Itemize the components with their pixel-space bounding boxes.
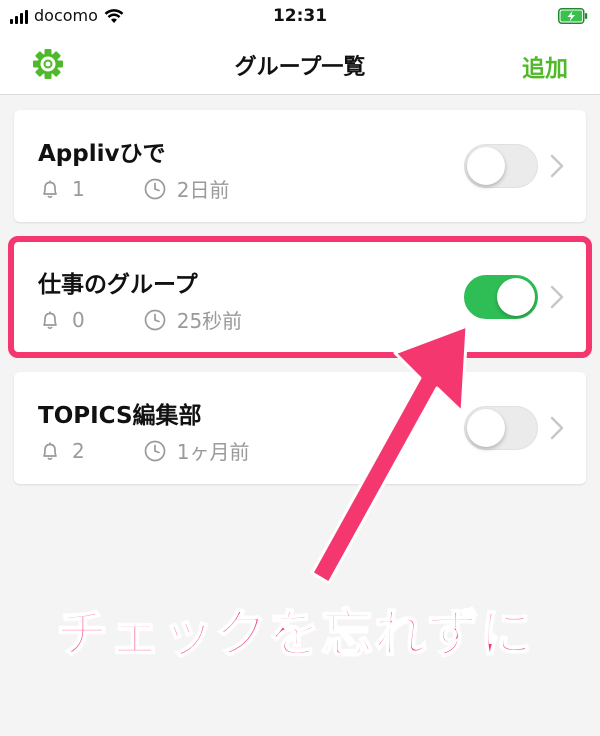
notification-count: 2 — [72, 438, 85, 463]
status-time: 12:31 — [272, 6, 328, 26]
group-card[interactable]: Applivひで 1 2日前 — [14, 110, 586, 222]
toggle-knob — [467, 409, 505, 447]
bell-icon — [43, 442, 57, 460]
group-toggle[interactable] — [464, 406, 538, 450]
last-updated: 2日前 — [176, 178, 230, 202]
clock-icon — [144, 440, 166, 461]
group-meta: 1 2日前 — [38, 174, 229, 203]
group-name: Applivひで — [38, 141, 166, 167]
group-meta: 0 25秒前 — [38, 305, 242, 334]
group-meta: 2 1ヶ月前 — [38, 436, 249, 465]
battery-charging-icon — [558, 8, 588, 24]
last-updated: 25秒前 — [176, 309, 243, 333]
group-name: TOPICS編集部 — [38, 403, 202, 429]
bell-icon — [43, 311, 57, 329]
clock-icon — [144, 309, 166, 330]
page-title: グループ一覧 — [234, 55, 366, 80]
bell-icon — [43, 180, 57, 198]
group-toggle[interactable] — [464, 275, 538, 319]
chevron-right-icon[interactable] — [549, 153, 565, 179]
last-updated: 1ヶ月前 — [176, 440, 250, 464]
nav-bar: グループ一覧 追加 — [0, 34, 600, 95]
clock-icon — [144, 178, 166, 199]
chevron-right-icon[interactable] — [549, 284, 565, 310]
toggle-knob — [497, 278, 535, 316]
notification-count: 0 — [72, 307, 85, 332]
toggle-knob — [467, 147, 505, 185]
group-name: 仕事のグループ — [38, 272, 198, 298]
status-bar: docomo 12:31 — [0, 0, 600, 34]
notification-count: 1 — [72, 176, 85, 201]
group-card[interactable]: TOPICS編集部 2 1ヶ月前 — [14, 372, 586, 484]
group-toggle[interactable] — [464, 144, 538, 188]
chevron-right-icon[interactable] — [549, 415, 565, 441]
group-card[interactable]: 仕事のグループ 0 25秒前 — [14, 241, 586, 353]
annotation-callout: チェックを忘れずに — [55, 604, 534, 666]
add-button[interactable]: 追加 — [522, 49, 568, 83]
